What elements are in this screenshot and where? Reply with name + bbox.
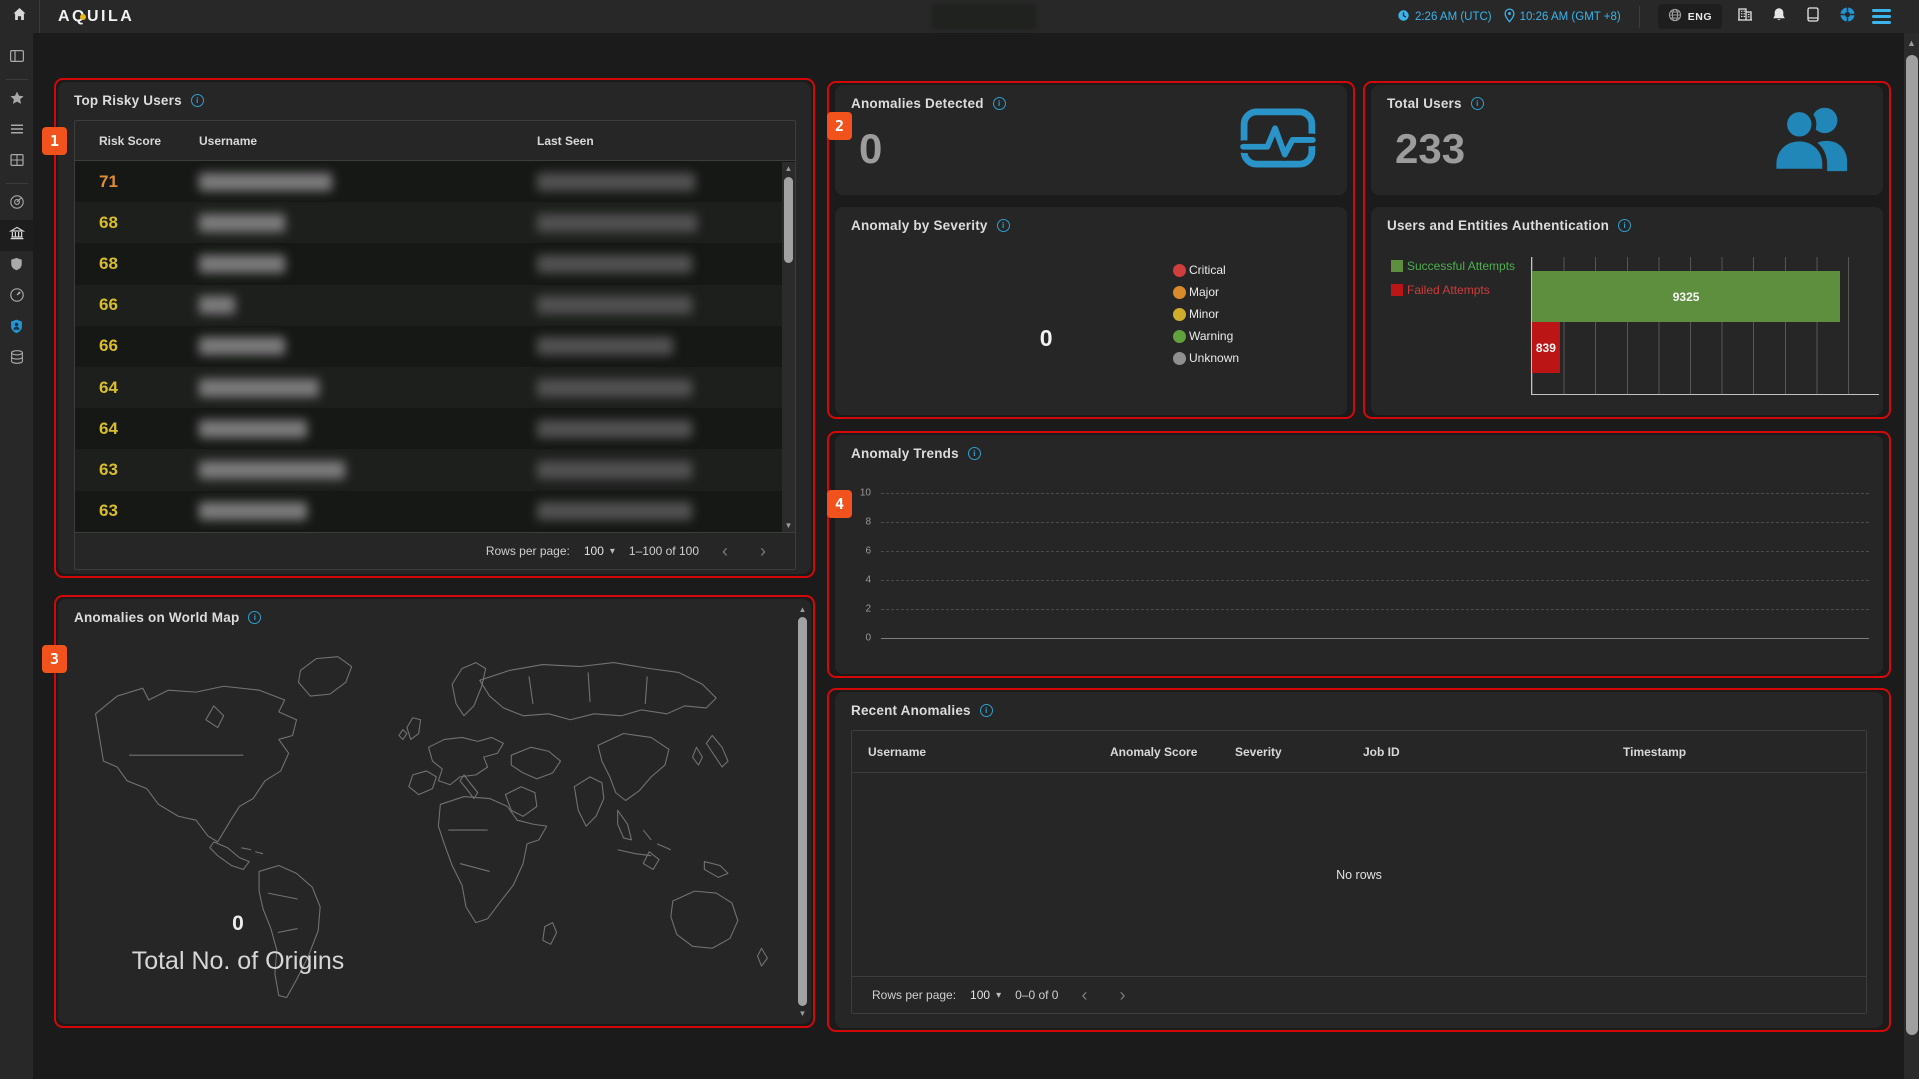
annotation-badge-4: 4 xyxy=(827,490,852,518)
annotation-badge-2: 2 xyxy=(827,112,852,140)
brand-logo: AQUILA xyxy=(58,8,134,26)
sidebar-item-institution[interactable] xyxy=(0,220,33,251)
annotation-box-recent xyxy=(827,688,1891,1032)
topbar: AQUILA 2:26 AM (UTC) 10:26 AM (GMT +8) xyxy=(0,0,1919,33)
annotation-box-right xyxy=(1363,81,1891,419)
annotation-box-1 xyxy=(54,78,815,578)
divider xyxy=(6,79,28,80)
divider xyxy=(6,183,28,184)
location-pin-icon xyxy=(1504,8,1515,26)
clock-icon xyxy=(1397,9,1410,25)
sidebar-item-identity-active[interactable] xyxy=(0,313,33,344)
organization-button[interactable] xyxy=(1734,6,1756,28)
sidebar-item-favorites[interactable] xyxy=(0,85,33,116)
topbar-right: 2:26 AM (UTC) 10:26 AM (GMT +8) ENG xyxy=(1397,4,1919,29)
grid-icon xyxy=(9,152,25,173)
sidebar-item-list[interactable] xyxy=(0,116,33,147)
language-selector[interactable]: ENG xyxy=(1658,4,1722,29)
annotation-box-3 xyxy=(54,595,815,1028)
user-shield-icon xyxy=(9,318,24,340)
sidebar-item-security[interactable] xyxy=(0,251,33,282)
sidebar-item-panels[interactable] xyxy=(0,43,33,74)
annotation-badge-3: 3 xyxy=(42,645,67,673)
local-time: 10:26 AM (GMT +8) xyxy=(1504,8,1621,26)
utc-time: 2:26 AM (UTC) xyxy=(1397,9,1492,25)
shield-icon xyxy=(9,256,24,277)
handbook-icon xyxy=(1807,7,1819,27)
sidebar-item-monitoring[interactable] xyxy=(0,282,33,313)
home-button[interactable] xyxy=(0,0,40,33)
language-label: ENG xyxy=(1688,11,1712,23)
gauge-icon xyxy=(9,287,25,308)
bell-icon xyxy=(1772,7,1786,27)
sidebar-item-dashboard[interactable] xyxy=(0,147,33,178)
list-icon xyxy=(9,121,25,142)
sidebar-item-detections[interactable] xyxy=(0,189,33,220)
menu-icon xyxy=(1872,9,1891,24)
building-icon xyxy=(1737,6,1753,27)
home-icon xyxy=(12,7,27,26)
sidebar-item-data[interactable] xyxy=(0,344,33,375)
compass-icon xyxy=(1839,6,1856,28)
database-icon xyxy=(9,349,25,370)
scrollbar-thumb[interactable] xyxy=(1906,55,1918,1035)
globe-icon xyxy=(1668,8,1682,25)
redacted-topbar-item xyxy=(932,4,1036,29)
radar-icon xyxy=(9,194,25,215)
annotation-box-4 xyxy=(827,431,1891,678)
panels-icon xyxy=(9,48,25,69)
annotation-box-2 xyxy=(827,81,1355,419)
annotation-badge-1: 1 xyxy=(42,127,67,155)
handbook-button[interactable] xyxy=(1802,6,1824,28)
star-icon xyxy=(9,90,25,111)
support-button[interactable] xyxy=(1836,6,1858,28)
sidebar xyxy=(0,33,33,1079)
notifications-button[interactable] xyxy=(1768,6,1790,28)
divider xyxy=(1639,6,1640,28)
bank-icon xyxy=(9,225,25,246)
scroll-up-icon[interactable]: ▲ xyxy=(1905,36,1918,49)
page-scrollbar[interactable]: ▲ xyxy=(1904,33,1919,1079)
menu-button[interactable] xyxy=(1870,7,1893,26)
dashboard-root: AQUILA 2:26 AM (UTC) 10:26 AM (GMT +8) xyxy=(0,0,1919,1079)
